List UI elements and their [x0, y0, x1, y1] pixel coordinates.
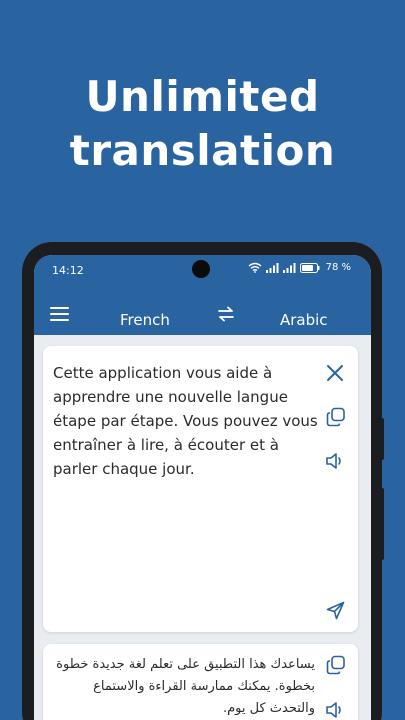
- close-icon[interactable]: [325, 363, 345, 383]
- status-bar: 14:12 78 %: [34, 255, 371, 285]
- source-language-selector[interactable]: French: [120, 311, 170, 329]
- send-icon[interactable]: [326, 601, 345, 620]
- result-card: يساعدك هذا التطبيق على تعلم لغة جديدة خط…: [43, 644, 358, 720]
- source-text-input[interactable]: Cette application vous aide à apprendre …: [53, 361, 318, 481]
- battery-percent: 78 %: [325, 262, 351, 273]
- swap-arrows-icon[interactable]: [217, 306, 235, 322]
- copy-icon[interactable]: [326, 655, 346, 675]
- input-card: Cette application vous aide à apprendre …: [43, 346, 358, 632]
- phone-screen: 14:12 78 % French Arabic Cette applicati…: [34, 255, 371, 720]
- translation-result-text: يساعدك هذا التطبيق على تعلم لغة جديدة خط…: [56, 657, 315, 716]
- copy-icon[interactable]: [326, 407, 346, 427]
- phone-side-button: [380, 488, 384, 560]
- signal-icon: [282, 263, 296, 273]
- headline-line-2: translation: [69, 126, 336, 175]
- promo-headline: Unlimited translation: [0, 70, 405, 178]
- battery-icon: [299, 262, 320, 273]
- signal-icon: [265, 263, 279, 273]
- hamburger-menu-icon[interactable]: [50, 306, 70, 322]
- camera-hole: [192, 260, 210, 278]
- app-bar: French Arabic: [34, 285, 371, 335]
- status-icons: 78 %: [248, 262, 351, 273]
- speaker-icon[interactable]: [325, 701, 345, 719]
- speaker-icon[interactable]: [325, 452, 345, 470]
- phone-side-button: [380, 418, 384, 460]
- status-time: 14:12: [52, 264, 84, 277]
- target-language-selector[interactable]: Arabic: [280, 311, 328, 329]
- headline-line-1: Unlimited: [85, 72, 320, 121]
- wifi-icon: [248, 262, 262, 273]
